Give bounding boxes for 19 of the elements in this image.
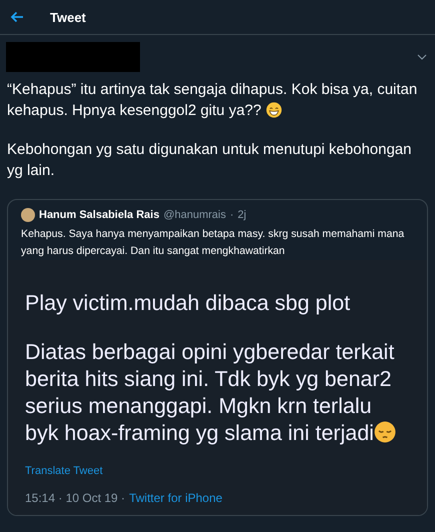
avatar bbox=[21, 208, 35, 222]
timestamp: 15:14 · 10 Oct 19 · bbox=[25, 491, 126, 505]
tweet-text: “Kehapus” itu artinya tak sengaja dihapus. Kok bisa ya, cuitan kehapus. Hpnya kesenggol2 gitu ya?? bbox=[7, 80, 418, 121]
quoted-tweet-text: Kehapus. Saya hanya menyampaikan betapa masy. skrg susah memahami mana yang harus dipercayai. Dan itu sangat mengkhawatirkan bbox=[21, 227, 406, 259]
author-handle: @hanumrais bbox=[163, 209, 226, 221]
author-name: Hanum Salsabiela Rais bbox=[39, 209, 160, 221]
tweet-text: Kebohongan yg satu digunakan untuk menutupi kebohongan yg lain. bbox=[7, 140, 412, 181]
pensive-face-icon bbox=[374, 421, 396, 443]
screenshot-text: Diatas berbagai opini ygberedar terkait berita hits siang ini. Tdk byk yg benar2 serius menanggapi. Mgkn krn terlalu byk hoax-framing yg slama ini terjadi bbox=[25, 339, 397, 447]
back-arrow-icon[interactable] bbox=[10, 11, 24, 23]
source-link[interactable]: Twitter for iPhone bbox=[129, 491, 222, 505]
header-title: Tweet bbox=[50, 10, 86, 24]
tweet-time: 2j bbox=[238, 209, 246, 221]
grinning-face-icon bbox=[266, 102, 282, 118]
screenshot-text: Play victim.mudah dibaca sbg plot bbox=[25, 290, 352, 317]
chevron-down-icon[interactable] bbox=[417, 54, 427, 60]
translate-link[interactable]: Translate Tweet bbox=[25, 465, 103, 477]
quoted-tweet-card[interactable] bbox=[7, 199, 428, 516]
separator-dot: · bbox=[230, 209, 234, 221]
